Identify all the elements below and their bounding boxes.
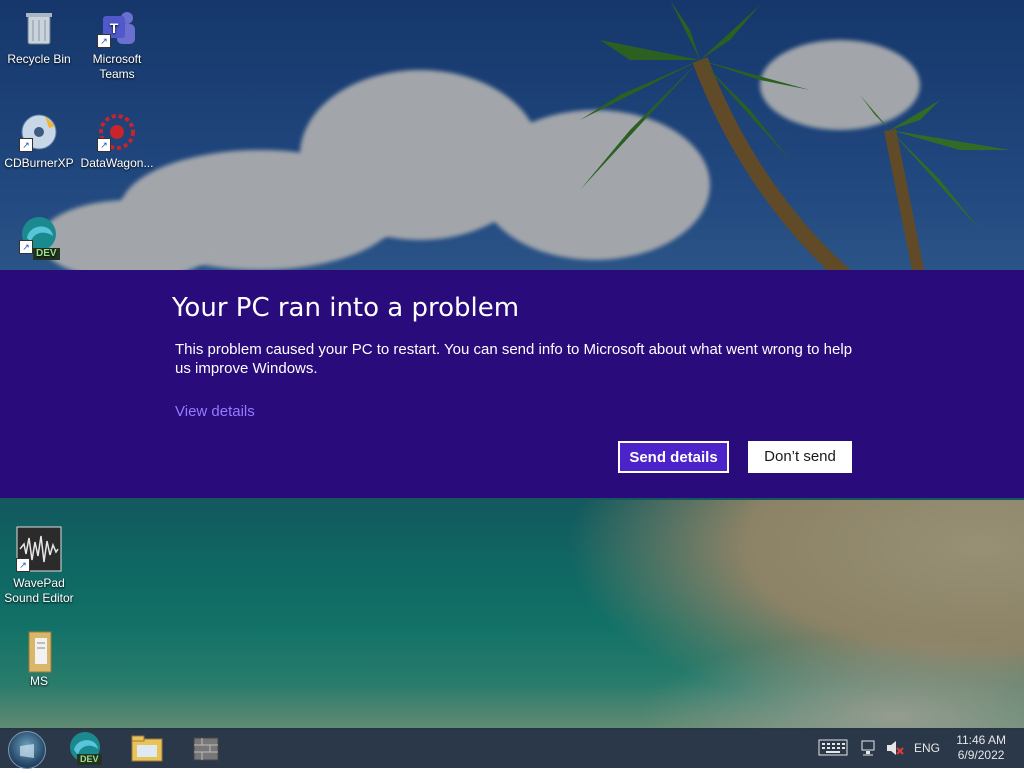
desktop-icon-ms-folder[interactable]: MS — [1, 630, 77, 689]
send-details-button[interactable]: Send details — [618, 441, 729, 473]
taskbar-file-explorer[interactable] — [128, 731, 166, 765]
desktop-icon-microsoft-teams[interactable]: T ↗ Microsoft Teams — [79, 8, 155, 82]
svg-text:T: T — [110, 20, 119, 36]
shortcut-arrow-icon: ↗ — [97, 34, 111, 48]
shortcut-arrow-icon: ↗ — [19, 240, 33, 254]
recycle-bin-icon — [19, 8, 59, 48]
dont-send-button[interactable]: Don’t send — [748, 441, 852, 473]
shortcut-arrow-icon: ↗ — [16, 558, 30, 572]
dev-badge: DEV — [33, 248, 60, 260]
shortcut-arrow-icon: ↗ — [97, 138, 111, 152]
clock-date: 6/9/2022 — [957, 748, 1005, 762]
dialog-title: Your PC ran into a problem — [172, 293, 520, 323]
start-button[interactable] — [8, 731, 46, 769]
folder-icon — [19, 630, 59, 673]
teams-icon: T ↗ — [97, 8, 137, 48]
clock[interactable]: 11:46 AM 6/9/2022 — [956, 733, 1006, 763]
datawagon-icon: ↗ — [97, 112, 137, 152]
volume-muted-icon[interactable] — [884, 739, 904, 762]
desktop-icon-label: CDBurnerXP — [4, 156, 74, 170]
desktop-icon-label: Microsoft Teams — [92, 52, 142, 81]
clock-time: 11:46 AM — [956, 733, 1006, 747]
desktop-icon-label: WavePad Sound Editor — [4, 576, 74, 605]
dialog-message: This problem caused your PC to restart. … — [175, 341, 853, 377]
file-explorer-icon — [131, 735, 163, 762]
desktop-icon-datawagon[interactable]: ↗ DataWagon... — [79, 112, 155, 171]
desktop-icon-wavepad[interactable]: ↗ WavePad Sound Editor — [1, 526, 77, 606]
desktop-icon-label: DataWagon... — [80, 156, 154, 170]
shortcut-arrow-icon: ↗ — [19, 138, 33, 152]
cdburnerxp-icon: ↗ — [19, 112, 59, 152]
desktop-icon-cdburnerxp[interactable]: ↗ CDBurnerXP — [1, 112, 77, 171]
desktop-icon-label: MS — [30, 674, 48, 688]
windows-logo-icon — [20, 744, 34, 758]
touch-keyboard-icon[interactable] — [818, 737, 848, 762]
brick-wall-icon — [193, 737, 219, 761]
taskbar-edge-dev[interactable]: DEV — [66, 730, 104, 765]
edge-dev-icon: DEV ↗ — [19, 214, 60, 260]
dev-badge: DEV — [77, 754, 102, 765]
taskbar-app-grid[interactable] — [190, 731, 228, 765]
desktop-icon-edge-dev[interactable]: DEV ↗ — [1, 214, 77, 266]
language-indicator[interactable]: ENG — [914, 741, 940, 755]
wavepad-icon: ↗ — [16, 526, 62, 572]
view-details-link[interactable]: View details — [175, 403, 255, 420]
desktop-icon-label: Recycle Bin — [7, 52, 71, 66]
desktop-icon-recycle-bin[interactable]: Recycle Bin — [1, 8, 77, 67]
network-icon[interactable] — [860, 739, 880, 762]
